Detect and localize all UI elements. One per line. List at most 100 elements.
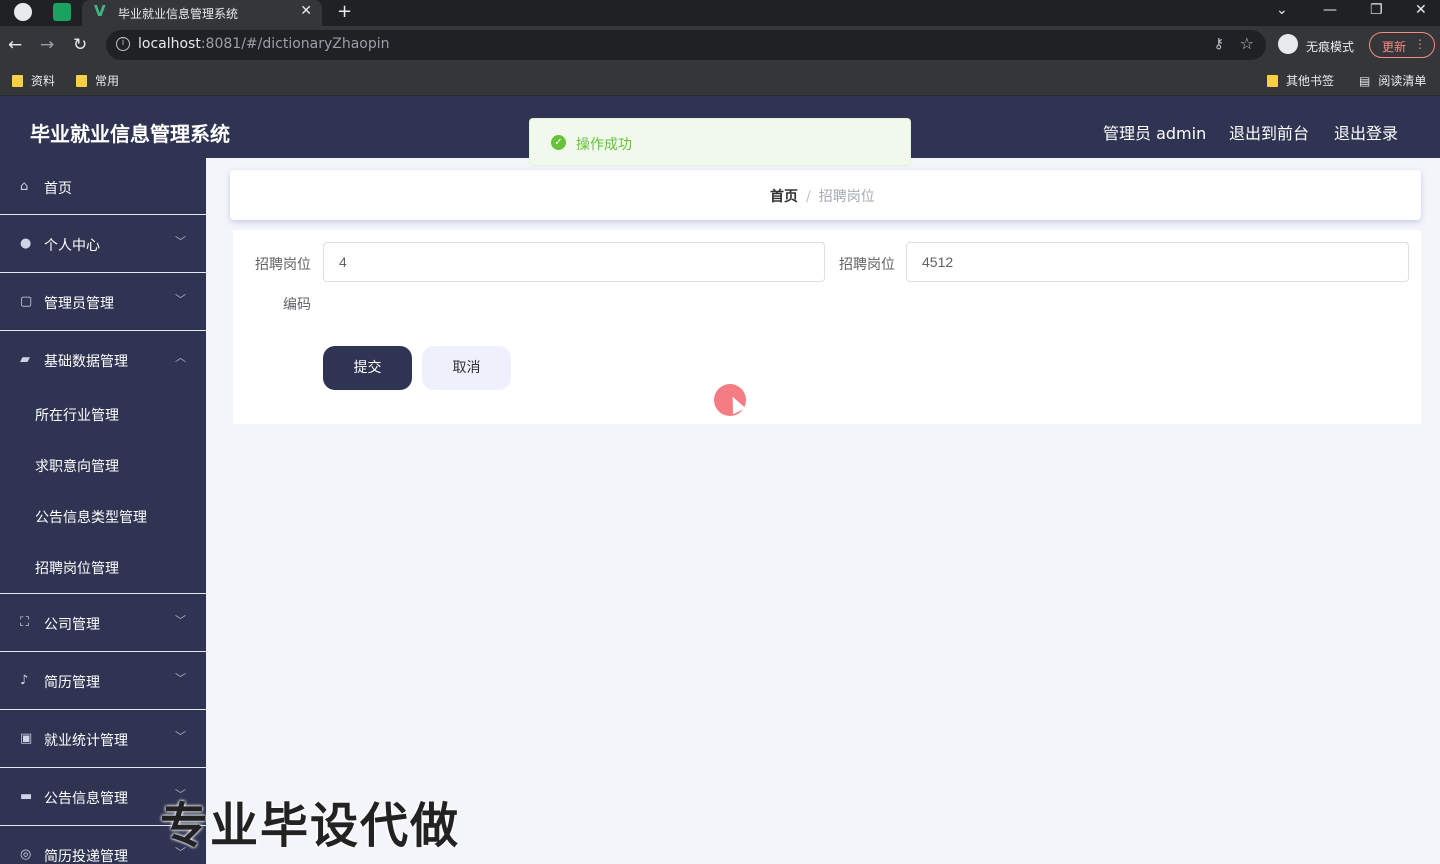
- sidebar-subitem-label: 所在行业管理: [35, 408, 119, 424]
- back-icon[interactable]: ←: [8, 35, 22, 55]
- reload-icon[interactable]: ↻: [73, 35, 87, 55]
- sidebar-item-resumes[interactable]: ♪ 简历管理 ﹀: [0, 652, 206, 710]
- position-code-label-cont: 编码: [283, 297, 311, 313]
- position-code-label: 招聘岗位: [255, 257, 311, 273]
- update-label: 更新: [1382, 40, 1407, 54]
- back-to-front-link[interactable]: 退出到前台: [1229, 120, 1309, 144]
- bookmark-label: 阅读清单: [1378, 74, 1427, 88]
- app-title: 毕业就业信息管理系统: [30, 122, 230, 146]
- url-text: localhost:8081/#/dictionaryZhaopin: [138, 36, 390, 52]
- vue-logo-icon: V: [94, 2, 106, 20]
- chevron-down-icon: ﹀: [175, 672, 186, 685]
- address-bar[interactable]: i localhost:8081/#/dictionaryZhaopin ⚷ ☆: [106, 30, 1266, 60]
- sidebar-item-label: 首页: [44, 181, 72, 197]
- bookmark-folder[interactable]: 常用: [76, 72, 119, 89]
- chevron-down-icon: ﹀: [175, 293, 186, 306]
- breadcrumb-trail: 首页 / 招聘岗位: [770, 186, 875, 206]
- url-path: :8081/#/dictionaryZhaopin: [200, 36, 390, 52]
- key-icon[interactable]: ⚷: [1214, 36, 1224, 52]
- sidebar-item-label: 管理员管理: [44, 296, 114, 312]
- bookmarks-bar: 资料 常用 其他书签 ▤ 阅读清单: [0, 64, 1440, 96]
- tab-search-icon[interactable]: ⌄: [1276, 2, 1288, 18]
- folder-icon: [12, 75, 23, 87]
- circle-icon: ◎: [20, 847, 32, 862]
- logout-link[interactable]: 退出登录: [1334, 120, 1398, 144]
- bookmark-label: 常用: [95, 74, 120, 88]
- box-icon: ▢: [20, 294, 33, 309]
- clipboard-icon: ▣: [20, 731, 33, 746]
- bookmark-label: 资料: [31, 74, 56, 88]
- tab-title: 毕业就业信息管理系统: [118, 7, 239, 21]
- briefcase-icon: ▬: [20, 789, 33, 804]
- breadcrumb-home[interactable]: 首页: [770, 189, 798, 205]
- sidebar-item-profile[interactable]: ● 个人中心 ﹀: [0, 215, 206, 273]
- sidebar-item-label: 基础数据管理: [44, 354, 128, 370]
- sidebar-item-label: 公司管理: [44, 617, 100, 633]
- edit-form: 招聘岗位 编码 招聘岗位 提交 取消: [233, 230, 1421, 424]
- sidebar-subitem-notice-type[interactable]: 公告信息类型管理: [0, 491, 206, 542]
- folder-icon: [1267, 75, 1278, 87]
- sidebar-subitem-label: 公告信息类型管理: [35, 510, 147, 526]
- sidebar-item-companies[interactable]: ⛶ 公司管理 ﹀: [0, 594, 206, 652]
- submit-button[interactable]: 提交: [323, 346, 412, 390]
- sidebar-item-admins[interactable]: ▢ 管理员管理 ﹀: [0, 273, 206, 331]
- folder-icon: ▰: [20, 352, 30, 367]
- microphone-icon: ♪: [20, 673, 29, 688]
- sidebar-subitem-label: 招聘岗位管理: [35, 561, 119, 577]
- new-tab-icon[interactable]: +: [337, 1, 352, 22]
- sheet-icon[interactable]: [53, 3, 71, 21]
- incognito-icon[interactable]: [1278, 34, 1298, 54]
- minimize-icon[interactable]: —: [1323, 2, 1337, 18]
- other-bookmarks[interactable]: 其他书签: [1267, 72, 1334, 89]
- fullscreen-icon: ⛶: [20, 615, 30, 630]
- browser-tab-bar: V 毕业就业信息管理系统 ✕ + ⌄ — ❐ ✕: [0, 0, 1440, 26]
- restore-icon[interactable]: ❐: [1370, 2, 1383, 18]
- update-button[interactable]: 更新 ⋮: [1369, 32, 1435, 58]
- breadcrumb-current: 招聘岗位: [818, 189, 875, 205]
- breadcrumb-separator: /: [806, 189, 811, 205]
- reading-list-icon: ▤: [1359, 74, 1371, 88]
- forward-icon[interactable]: →: [40, 35, 54, 55]
- home-icon: ⌂: [20, 179, 29, 194]
- menu-dots-icon: ⋮: [1414, 37, 1426, 51]
- main-content: 首页 / 招聘岗位 招聘岗位 编码 招聘岗位 提交 取消: [206, 158, 1440, 864]
- sidebar-item-label: 简历管理: [44, 675, 100, 691]
- bookmark-star-icon[interactable]: ☆: [1240, 34, 1254, 53]
- sidebar-subitem-industry[interactable]: 所在行业管理: [0, 389, 206, 440]
- reading-list[interactable]: ▤ 阅读清单: [1359, 72, 1426, 89]
- toast-message: 操作成功: [576, 137, 632, 153]
- sidebar-item-stats[interactable]: ▣ 就业统计管理 ﹀: [0, 710, 206, 768]
- sidebar-item-label: 公告信息管理: [44, 791, 128, 807]
- url-host: localhost: [138, 36, 201, 52]
- check-circle-icon: ✓: [551, 135, 566, 150]
- current-user: 管理员 admin: [1103, 124, 1207, 143]
- breadcrumb: 首页 / 招聘岗位: [230, 170, 1421, 220]
- sidebar-item-label: 简历投递管理: [44, 849, 128, 864]
- chevron-up-icon: ︿: [175, 351, 186, 364]
- sidebar-item-label: 个人中心: [44, 238, 100, 254]
- sidebar: ⌂ 首页 ● 个人中心 ﹀ ▢ 管理员管理 ﹀ ▰ 基础数据管理 ︿ 所在行业管…: [0, 158, 206, 864]
- chevron-down-icon: ﹀: [175, 730, 186, 743]
- browser-tab-active[interactable]: V 毕业就业信息管理系统 ✕: [82, 0, 322, 26]
- bookmark-label: 其他书签: [1286, 74, 1335, 88]
- browser-toolbar: ← → ↻ i localhost:8081/#/dictionaryZhaop…: [0, 26, 1440, 64]
- watermark-text: 专业毕设代做: [160, 798, 461, 854]
- window-close-icon[interactable]: ✕: [1415, 2, 1427, 18]
- sidebar-item-home[interactable]: ⌂ 首页: [0, 158, 206, 215]
- site-info-icon[interactable]: i: [116, 37, 130, 51]
- position-name-label: 招聘岗位: [839, 257, 895, 273]
- chevron-down-icon: ﹀: [175, 235, 186, 248]
- cancel-button[interactable]: 取消: [422, 346, 511, 390]
- tab-close-icon[interactable]: ✕: [300, 3, 312, 19]
- sidebar-subitem-intention[interactable]: 求职意向管理: [0, 440, 206, 491]
- sidebar-item-basic-data[interactable]: ▰ 基础数据管理 ︿: [0, 331, 206, 389]
- success-toast: ✓ 操作成功: [529, 118, 911, 166]
- bookmark-folder[interactable]: 资料: [12, 72, 55, 89]
- position-code-input[interactable]: [323, 242, 825, 282]
- sidebar-subitem-positions[interactable]: 招聘岗位管理: [0, 542, 206, 594]
- user-icon: ●: [20, 236, 32, 251]
- position-name-input[interactable]: [906, 242, 1409, 282]
- globe-icon[interactable]: [14, 3, 32, 21]
- folder-icon: [76, 75, 87, 87]
- sidebar-item-label: 就业统计管理: [44, 733, 128, 749]
